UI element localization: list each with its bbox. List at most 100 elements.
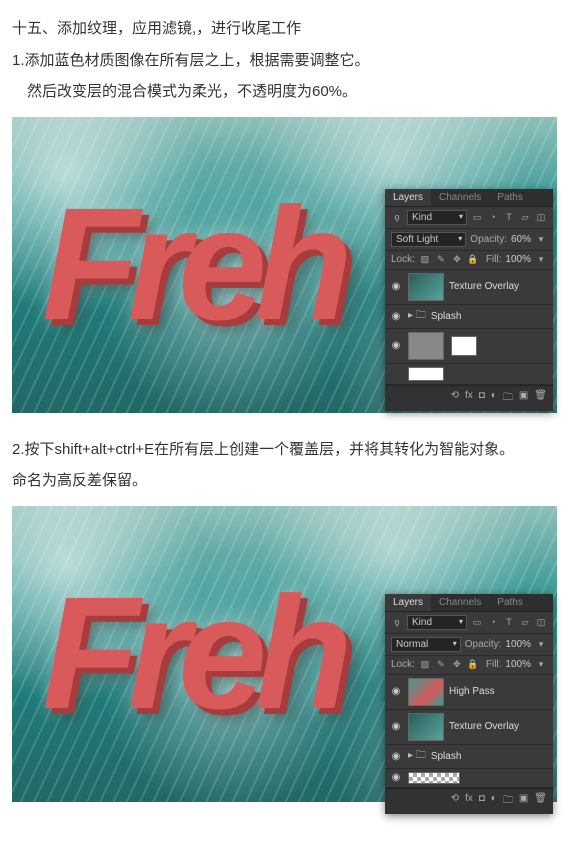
shape-filter-icon[interactable]: ▱ (519, 616, 531, 628)
lock-label: Lock: (391, 254, 415, 265)
layer-name[interactable]: Texture Overlay (449, 721, 549, 732)
layer-row[interactable]: ◉ High Pass (385, 675, 553, 710)
layer-name[interactable]: Splash (431, 311, 549, 322)
layer-row[interactable] (385, 364, 553, 385)
adjust-icon[interactable]: ◐ (491, 390, 497, 407)
panel-footer: ⟲ fx ◘ ◐ 🗀 ▣ 🗑 (385, 385, 553, 411)
lock-position-icon[interactable]: ✥ (451, 659, 463, 671)
kind-select[interactable]: Kind (407, 615, 467, 630)
layers-panel: Layers Channels Paths ϙ Kind ▭ ◔ T ▱ ◫ S… (385, 189, 553, 411)
visibility-icon[interactable]: ◉ (389, 751, 403, 762)
layer-name[interactable]: Splash (431, 751, 549, 762)
lock-paint-icon[interactable]: ✎ (435, 659, 447, 671)
layer-row[interactable]: ◉ (385, 329, 553, 364)
chevron-down-icon[interactable]: ▾ (535, 233, 547, 245)
fresh-text: Freh (42, 561, 341, 745)
type-filter-icon[interactable]: T (503, 211, 515, 223)
lock-position-icon[interactable]: ✥ (451, 254, 463, 266)
tab-layers[interactable]: Layers (385, 189, 431, 206)
layer-thumb (408, 332, 444, 360)
layer-name[interactable]: High Pass (449, 686, 549, 697)
layers-panel: Layers Channels Paths ϙ Kind ▭ ◔ T ▱ ◫ N… (385, 594, 553, 814)
group-icon[interactable]: 🗀 (503, 793, 513, 810)
chevron-down-icon[interactable]: ▾ (535, 659, 547, 671)
smart-filter-icon[interactable]: ◫ (535, 211, 547, 223)
layer-name[interactable]: Texture Overlay (449, 281, 549, 292)
layer-row[interactable]: ◉ ▸ 🗀 Splash (385, 305, 553, 329)
panel-tabs: Layers Channels Paths (385, 594, 553, 612)
lock-all-icon[interactable]: 🔒 (467, 254, 479, 266)
new-layer-icon[interactable]: ▣ (519, 390, 528, 407)
lock-paint-icon[interactable]: ✎ (435, 254, 447, 266)
fill-value[interactable]: 100% (505, 254, 531, 265)
shape-filter-icon[interactable]: ▱ (519, 211, 531, 223)
layer-thumb (408, 678, 444, 706)
layer-row[interactable]: ◉ Texture Overlay (385, 270, 553, 305)
lock-all-icon[interactable]: 🔒 (467, 659, 479, 671)
tab-channels[interactable]: Channels (431, 594, 489, 611)
chevron-down-icon[interactable]: ▾ (535, 638, 547, 650)
group-icon[interactable]: 🗀 (503, 390, 513, 407)
blend-mode-select[interactable]: Normal (391, 637, 461, 652)
adjust-icon[interactable]: ◐ (491, 793, 497, 810)
opacity-label: Opacity: (470, 234, 507, 245)
blend-mode-select[interactable]: Soft Light (391, 232, 466, 247)
visibility-icon[interactable]: ◉ (389, 686, 403, 697)
adjust-filter-icon[interactable]: ◔ (487, 211, 499, 223)
section-heading: 十五、添加纹理，应用滤镜,，进行收尾工作 (12, 16, 557, 42)
lock-label: Lock: (391, 659, 415, 670)
visibility-icon[interactable]: ◉ (389, 721, 403, 732)
tab-paths[interactable]: Paths (489, 594, 531, 611)
fx-icon[interactable]: fx (465, 390, 473, 407)
type-filter-icon[interactable]: T (503, 616, 515, 628)
layer-thumb (408, 273, 444, 301)
chevron-down-icon[interactable]: ▾ (535, 254, 547, 266)
adjust-filter-icon[interactable]: ◔ (487, 616, 499, 628)
filter-icon[interactable]: ϙ (391, 211, 403, 223)
image-filter-icon[interactable]: ▭ (471, 616, 483, 628)
tab-channels[interactable]: Channels (431, 189, 489, 206)
step2-line1: 2.按下shift+alt+ctrl+E在所有层上创建一个覆盖层，并将其转化为智… (12, 437, 557, 463)
opacity-label: Opacity: (465, 639, 502, 650)
layer-list: ◉ Texture Overlay ◉ ▸ 🗀 Splash ◉ (385, 270, 553, 385)
trash-icon[interactable]: 🗑 (534, 390, 547, 407)
new-layer-icon[interactable]: ▣ (519, 793, 528, 810)
fill-label: Fill: (486, 254, 502, 265)
filter-icon[interactable]: ϙ (391, 616, 403, 628)
layer-thumb (408, 367, 444, 381)
lock-transparency-icon[interactable]: ▨ (419, 254, 431, 266)
figure-2: Freh Layers Channels Paths ϙ Kind ▭ ◔ T … (12, 506, 557, 802)
layer-mask[interactable] (451, 336, 477, 356)
fresh-text: Freh (42, 172, 341, 356)
mask-icon[interactable]: ◘ (479, 390, 485, 407)
layer-row[interactable]: ◉ Texture Overlay (385, 710, 553, 745)
kind-select[interactable]: Kind (407, 210, 467, 225)
layer-thumb (408, 713, 444, 741)
visibility-icon[interactable]: ◉ (389, 311, 403, 322)
layer-thumb (408, 772, 460, 784)
link-icon[interactable]: ⟲ (451, 390, 459, 407)
opacity-value[interactable]: 100% (505, 639, 531, 650)
fx-icon[interactable]: fx (465, 793, 473, 810)
layer-row[interactable]: ◉ ▸ 🗀 Splash (385, 745, 553, 769)
step1-line2: 然后改变层的混合模式为柔光，不透明度为60%。 (12, 79, 557, 105)
fill-label: Fill: (486, 659, 502, 670)
visibility-icon[interactable]: ◉ (389, 340, 403, 351)
lock-transparency-icon[interactable]: ▨ (419, 659, 431, 671)
panel-tabs: Layers Channels Paths (385, 189, 553, 207)
tab-layers[interactable]: Layers (385, 594, 431, 611)
opacity-value[interactable]: 60% (511, 234, 531, 245)
folder-icon: ▸ 🗀 (408, 308, 426, 325)
fill-value[interactable]: 100% (505, 659, 531, 670)
trash-icon[interactable]: 🗑 (534, 793, 547, 810)
image-filter-icon[interactable]: ▭ (471, 211, 483, 223)
visibility-icon[interactable]: ◉ (389, 772, 403, 783)
mask-icon[interactable]: ◘ (479, 793, 485, 810)
visibility-icon[interactable]: ◉ (389, 281, 403, 292)
layer-list: ◉ High Pass ◉ Texture Overlay ◉ ▸ 🗀 Spla… (385, 675, 553, 788)
smart-filter-icon[interactable]: ◫ (535, 616, 547, 628)
panel-footer: ⟲ fx ◘ ◐ 🗀 ▣ 🗑 (385, 788, 553, 814)
layer-row[interactable]: ◉ (385, 769, 553, 788)
tab-paths[interactable]: Paths (489, 189, 531, 206)
link-icon[interactable]: ⟲ (451, 793, 459, 810)
